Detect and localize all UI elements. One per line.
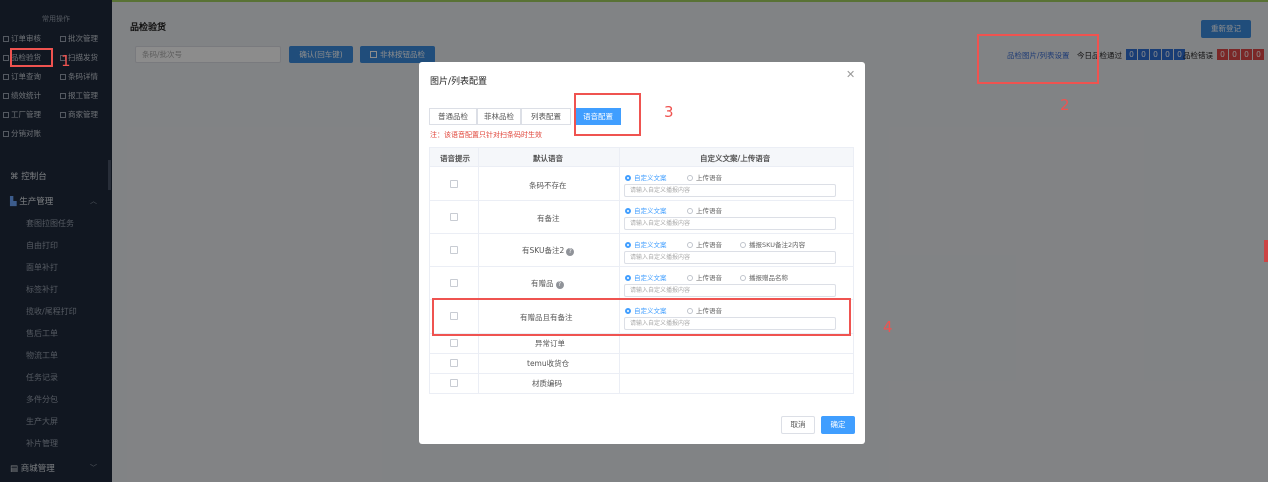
highlight-box-2 xyxy=(977,34,1099,84)
table-header xyxy=(430,148,853,166)
col-divider xyxy=(619,148,620,393)
tab-normal-check[interactable]: 普通品检 xyxy=(429,108,477,125)
header-custom-voice: 自定义文案/上传语音 xyxy=(700,154,771,163)
row-label: 有赠品? xyxy=(531,278,564,289)
voice-checkbox[interactable] xyxy=(450,279,458,287)
annotation-label-3: 3 xyxy=(664,103,674,121)
highlight-box-4 xyxy=(432,298,851,336)
header-voice-prompt: 语音提示 xyxy=(440,154,470,163)
help-icon[interactable]: ? xyxy=(566,248,575,256)
tab-list-config[interactable]: 列表配置 xyxy=(521,108,571,125)
row-divider xyxy=(430,200,853,201)
radio-upload-voice[interactable]: 上传语音 xyxy=(687,239,722,249)
help-icon[interactable]: ? xyxy=(555,281,564,289)
row-divider xyxy=(430,266,853,267)
radio-icon xyxy=(687,242,693,248)
highlight-box-3 xyxy=(574,93,641,136)
row-label: temu收货仓 xyxy=(527,359,570,368)
ok-button[interactable]: 确定 xyxy=(821,416,855,434)
custom-text-input[interactable]: 请输入自定义播报内容 xyxy=(624,251,836,264)
row-label: 材质编码 xyxy=(532,379,562,388)
col-divider xyxy=(478,148,479,393)
row-label: 有备注 xyxy=(537,214,560,223)
modal-title: 图片/列表配置 xyxy=(430,77,488,87)
row-divider xyxy=(430,166,853,167)
voice-note: 注：该语音配置只针对扫条码时生效 xyxy=(430,131,542,139)
radio-icon xyxy=(687,275,693,281)
voice-checkbox[interactable] xyxy=(450,246,458,254)
custom-text-input[interactable]: 请输入自定义播报内容 xyxy=(624,184,836,197)
custom-text-input[interactable]: 请输入自定义播报内容 xyxy=(624,217,836,230)
annotation-label-2: 2 xyxy=(1060,96,1070,114)
row-divider xyxy=(430,373,853,374)
row-divider xyxy=(430,353,853,354)
radio-selected-icon xyxy=(625,208,631,214)
custom-text-input[interactable]: 请输入自定义播报内容 xyxy=(624,284,836,297)
radio-custom-text[interactable]: 自定义文案 xyxy=(625,239,667,249)
cancel-button[interactable]: 取消 xyxy=(781,416,815,434)
radio-icon xyxy=(740,275,746,281)
tab-film-check[interactable]: 菲林品检 xyxy=(477,108,521,125)
radio-broadcast-gift-name[interactable]: 播报赠品名称 xyxy=(740,272,788,282)
radio-icon xyxy=(687,175,693,181)
radio-selected-icon xyxy=(625,242,631,248)
radio-upload-voice[interactable]: 上传语音 xyxy=(687,205,722,215)
row-label: 条码不存在 xyxy=(529,181,567,190)
radio-upload-voice[interactable]: 上传语音 xyxy=(687,272,722,282)
radio-selected-icon xyxy=(625,175,631,181)
radio-upload-voice[interactable]: 上传语音 xyxy=(687,172,722,182)
voice-checkbox[interactable] xyxy=(450,213,458,221)
radio-icon xyxy=(740,242,746,248)
side-float-tab[interactable] xyxy=(1264,240,1268,262)
voice-checkbox[interactable] xyxy=(450,379,458,387)
voice-checkbox[interactable] xyxy=(450,359,458,367)
header-default-voice: 默认语音 xyxy=(533,154,563,163)
row-divider xyxy=(430,233,853,234)
radio-custom-text[interactable]: 自定义文案 xyxy=(625,272,667,282)
row-label: 有SKU备注2? xyxy=(522,245,575,256)
radio-icon xyxy=(687,208,693,214)
highlight-box-1 xyxy=(10,48,53,67)
radio-broadcast-sku-note[interactable]: 播报SKU备注2内容 xyxy=(740,239,805,249)
annotation-label-1: 1 xyxy=(61,52,71,70)
radio-custom-text[interactable]: 自定义文案 xyxy=(625,205,667,215)
close-icon[interactable]: ✕ xyxy=(846,68,855,81)
voice-checkbox[interactable] xyxy=(450,180,458,188)
radio-custom-text[interactable]: 自定义文案 xyxy=(625,172,667,182)
row-label: 异常订单 xyxy=(535,339,565,348)
annotation-label-4: 4 xyxy=(883,318,893,336)
radio-selected-icon xyxy=(625,275,631,281)
voice-checkbox[interactable] xyxy=(450,339,458,347)
